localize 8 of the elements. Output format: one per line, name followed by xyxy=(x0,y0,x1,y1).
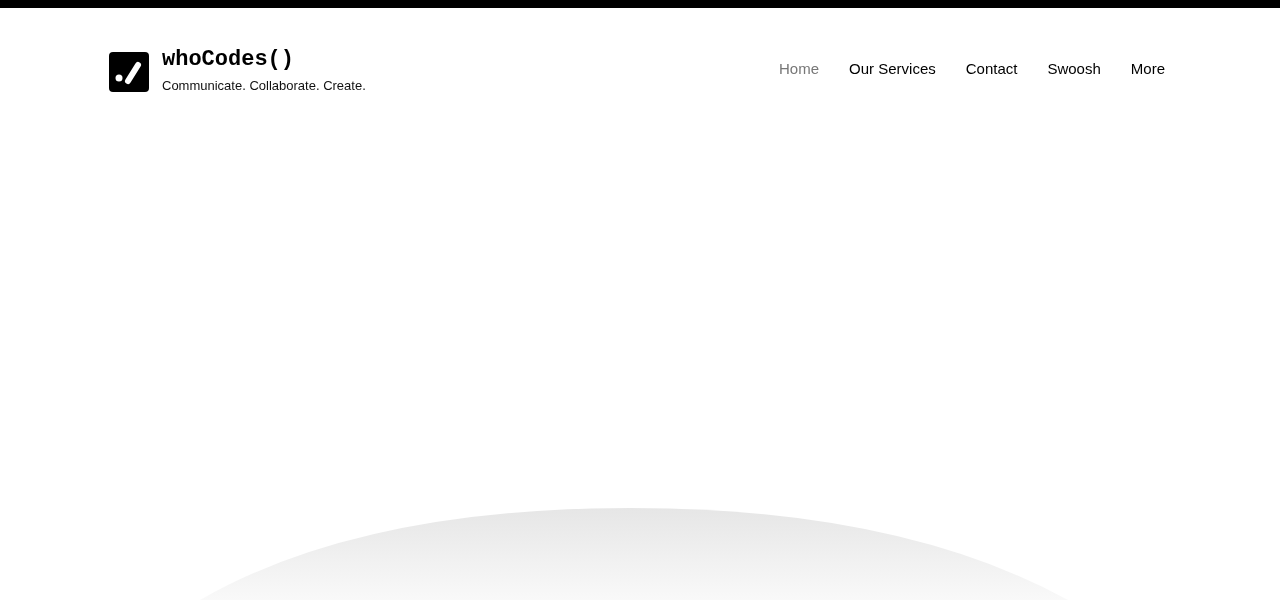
nav-link[interactable]: Home xyxy=(779,58,820,81)
nav-link[interactable]: More xyxy=(1130,58,1165,81)
brand-name: whoCodes() xyxy=(162,48,296,73)
nav-link[interactable]: Swoosh xyxy=(1047,58,1101,81)
nav-link[interactable]: Our Services xyxy=(849,58,936,81)
tagline: Communicate. Collaborate. Create. xyxy=(162,77,366,96)
nav-link[interactable]: Contact xyxy=(965,58,1018,81)
logo-icon xyxy=(109,52,149,92)
